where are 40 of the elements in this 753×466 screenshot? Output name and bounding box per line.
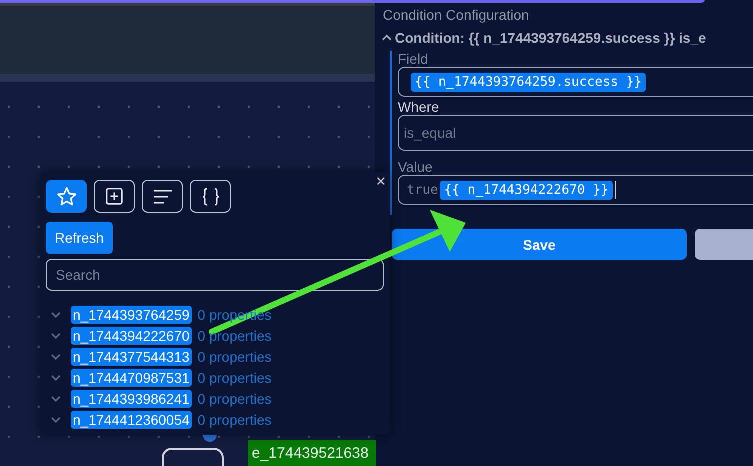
- property-count: 0 properties: [198, 412, 272, 428]
- lines-icon: [152, 188, 174, 204]
- property-count: 0 properties: [198, 328, 272, 344]
- select-field[interactable]: is_equal: [398, 115, 753, 151]
- refresh-button[interactable]: Refresh: [46, 222, 114, 254]
- node-label[interactable]: e_174439521638: [248, 440, 376, 466]
- plus-tab[interactable]: [94, 180, 135, 213]
- field-label: Value: [398, 159, 434, 175]
- variable-tag[interactable]: n_1744412360054: [71, 410, 192, 428]
- variable-tag[interactable]: n_1744393986241: [71, 390, 192, 408]
- variable-tag[interactable]: n_1744377544313: [71, 348, 192, 366]
- panel-title: Condition Configuration: [383, 7, 530, 23]
- chevron-icon[interactable]: [51, 394, 61, 404]
- chevron-icon[interactable]: [51, 310, 61, 320]
- property-count: 0 properties: [198, 390, 272, 406]
- input-field[interactable]: true {{ n_1744394222670 }}: [398, 175, 753, 205]
- save-button[interactable]: Save: [392, 229, 687, 260]
- condition-header[interactable]: Condition: {{ n_1744393764259.success }} is_e: [382, 30, 753, 46]
- variable-tag[interactable]: n_1744470987531: [71, 368, 192, 386]
- property-count: 0 properties: [198, 348, 272, 364]
- chevron-icon[interactable]: [51, 414, 61, 424]
- chevron-icon[interactable]: [51, 352, 61, 362]
- close-button[interactable]: ×: [376, 174, 386, 190]
- input-field[interactable]: {{ n_1744393764259.success }}: [398, 67, 753, 97]
- variable-tag[interactable]: n_1744394222670: [71, 326, 192, 344]
- star-icon: [56, 186, 78, 208]
- field-label: Where: [398, 99, 440, 115]
- search-field[interactable]: Search: [46, 259, 384, 291]
- variable-chip: {{ n_1744393764259.success }}: [411, 72, 646, 92]
- star-tab[interactable]: [46, 180, 87, 213]
- variable-tag[interactable]: n_1744393764259: [71, 306, 192, 324]
- plus-square-icon: [105, 187, 124, 206]
- lines-tab[interactable]: [142, 180, 183, 213]
- chevron-icon[interactable]: [51, 372, 61, 382]
- chevron-icon[interactable]: [51, 330, 61, 340]
- property-count: 0 properties: [198, 370, 272, 386]
- variable-chip: {{ n_1744394222670 }}: [440, 180, 613, 200]
- node[interactable]: [162, 448, 224, 466]
- braces-tab[interactable]: [190, 180, 231, 213]
- field-label: Field: [398, 51, 430, 67]
